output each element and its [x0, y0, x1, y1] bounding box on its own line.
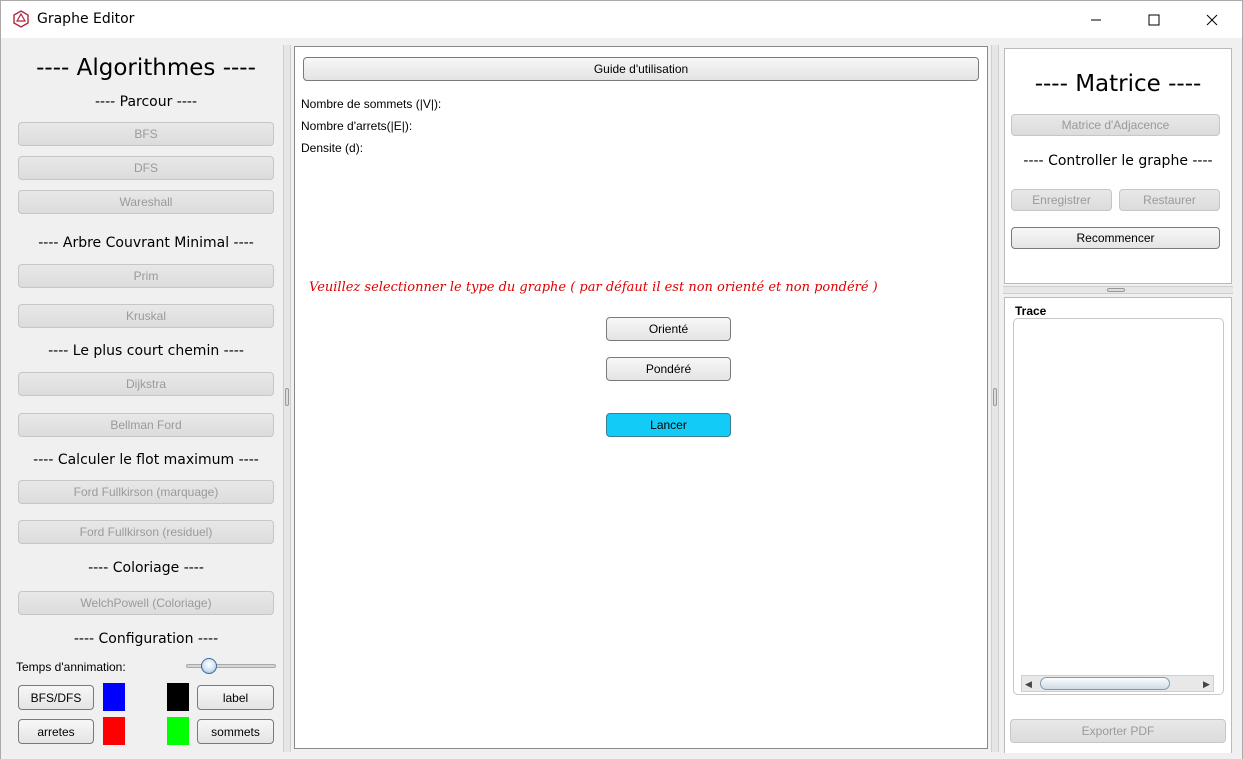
graph-app-icon — [13, 10, 29, 28]
section-coloriage: ---- Coloriage ---- — [88, 560, 204, 576]
trace-horizontal-scrollbar[interactable]: ◀ ▶ — [1021, 675, 1214, 692]
pondere-button[interactable]: Pondéré — [606, 357, 731, 381]
sommets-color-button[interactable]: sommets — [197, 719, 274, 744]
bellman-ford-button[interactable]: Bellman Ford — [18, 413, 274, 437]
animation-slider-thumb[interactable] — [200, 658, 217, 674]
maximize-icon — [1148, 14, 1160, 26]
ford-residuel-button[interactable]: Ford Fullkirson (residuel) — [18, 520, 274, 544]
recommencer-button[interactable]: Recommencer — [1011, 227, 1220, 249]
right-horizontal-grip[interactable] — [1107, 288, 1125, 292]
bfsdfs-color-swatch[interactable] — [103, 683, 125, 711]
bfs-button[interactable]: BFS — [18, 122, 274, 146]
minimize-icon — [1091, 19, 1101, 21]
restaurer-button[interactable]: Restaurer — [1119, 189, 1220, 211]
bfsdfs-color-button[interactable]: BFS/DFS — [18, 685, 94, 710]
label-color-button[interactable]: label — [197, 685, 274, 710]
guide-button[interactable]: Guide d'utilisation — [303, 57, 979, 81]
right-splitter-grip[interactable] — [993, 388, 997, 406]
oriente-button[interactable]: Orienté — [606, 317, 731, 341]
arretes-color-swatch[interactable] — [103, 717, 125, 745]
graph-type-warning: Veuillez selectionner le type du graphe … — [309, 280, 878, 295]
section-configuration: ---- Configuration ---- — [73, 631, 219, 647]
label-color-swatch[interactable] — [167, 683, 189, 711]
graph-canvas[interactable] — [294, 46, 988, 749]
title-bar: Graphe Editor — [0, 0, 1243, 38]
animation-time-label: Temps d'annimation: — [16, 660, 126, 674]
left-splitter-grip[interactable] — [285, 388, 289, 406]
section-arbre: ---- Arbre Couvrant Minimal ---- — [38, 235, 254, 251]
wareshall-button[interactable]: Wareshall — [18, 190, 274, 214]
vertex-count-label: Nombre de sommets (|V|): — [301, 97, 442, 111]
sommets-color-swatch[interactable] — [167, 717, 189, 745]
section-flot: ---- Calculer le flot maximum ---- — [33, 452, 259, 468]
close-button[interactable] — [1183, 1, 1241, 39]
section-parcour: ---- Parcour ---- — [94, 94, 198, 110]
animation-slider-track[interactable] — [186, 664, 276, 668]
enregistrer-button[interactable]: Enregistrer — [1011, 189, 1112, 211]
minimize-button[interactable] — [1067, 1, 1125, 39]
scroll-right-icon[interactable]: ▶ — [1203, 679, 1210, 690]
kruskal-button[interactable]: Kruskal — [18, 304, 274, 328]
prim-button[interactable]: Prim — [18, 264, 274, 288]
scroll-thumb[interactable] — [1040, 677, 1170, 690]
arretes-color-button[interactable]: arretes — [18, 719, 94, 744]
right-horizontal-splitter[interactable] — [1003, 286, 1233, 294]
close-icon — [1206, 14, 1218, 26]
controller-heading: ---- Controller le graphe ---- — [1023, 153, 1213, 169]
density-label: Densite (d): — [301, 141, 364, 155]
scroll-left-icon[interactable]: ◀ — [1025, 679, 1032, 690]
matrix-title: ---- Matrice ---- — [1034, 71, 1202, 97]
dfs-button[interactable]: DFS — [18, 156, 274, 180]
window-title: Graphe Editor — [37, 11, 135, 27]
section-court: ---- Le plus court chemin ---- — [48, 343, 244, 359]
trace-label: Trace — [1015, 304, 1047, 318]
export-pdf-button[interactable]: Exporter PDF — [1010, 719, 1226, 743]
right-splitter[interactable] — [991, 45, 999, 752]
algorithms-title: ---- Algorithmes ---- — [36, 55, 256, 81]
dijkstra-button[interactable]: Dijkstra — [18, 372, 274, 396]
ford-marquage-button[interactable]: Ford Fullkirson (marquage) — [18, 480, 274, 504]
maximize-button[interactable] — [1125, 1, 1183, 39]
left-splitter[interactable] — [283, 45, 291, 752]
trace-textarea[interactable] — [1013, 318, 1224, 695]
edge-count-label: Nombre d'arrets(|E|): — [301, 119, 413, 133]
lancer-button[interactable]: Lancer — [606, 413, 731, 437]
welchpowell-button[interactable]: WelchPowell (Coloriage) — [18, 591, 274, 615]
adjacency-matrix-button[interactable]: Matrice d'Adjacence — [1011, 114, 1220, 136]
